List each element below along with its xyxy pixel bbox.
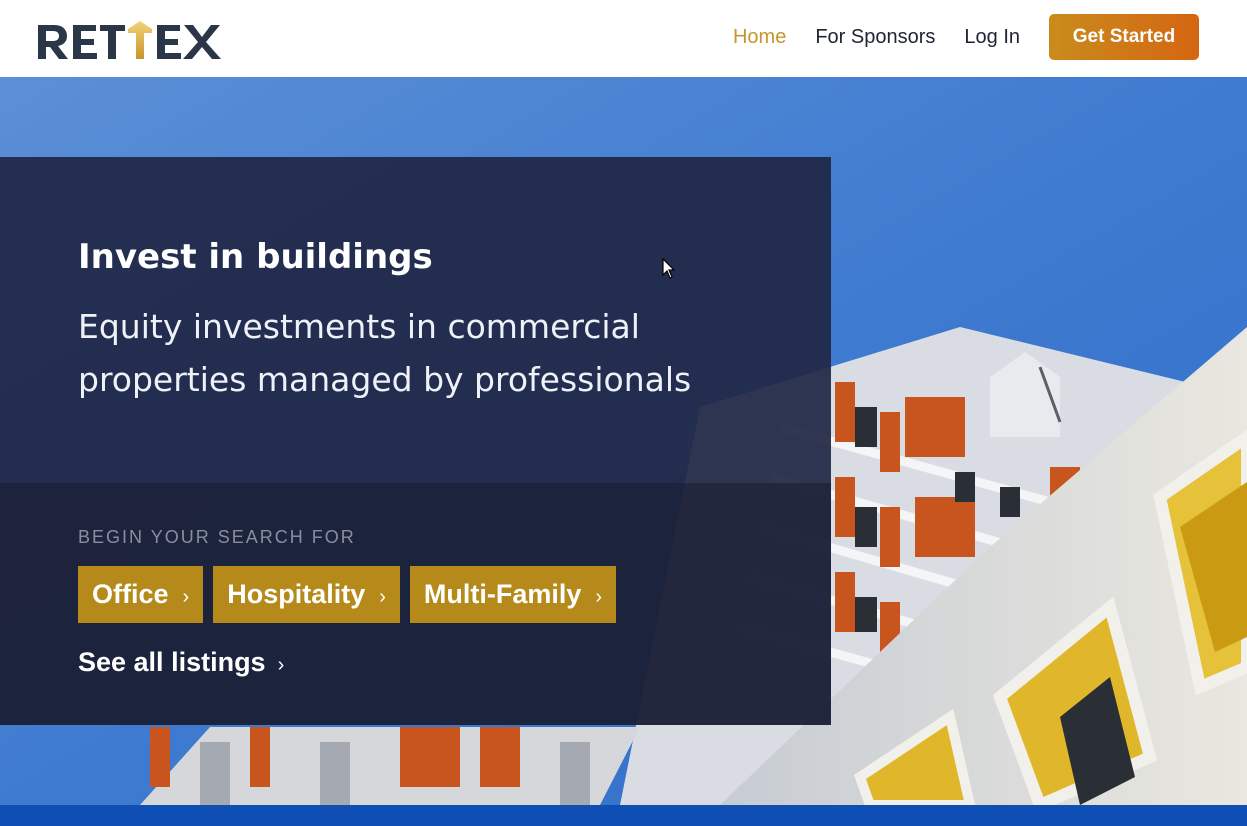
- category-hospitality-button[interactable]: Hospitality ›: [213, 566, 400, 623]
- nav-for-sponsors-link[interactable]: For Sponsors: [815, 26, 935, 49]
- category-label: Multi-Family: [423, 579, 582, 609]
- category-label: Hospitality: [227, 579, 366, 609]
- search-label: BEGIN YOUR SEARCH FOR: [78, 527, 356, 547]
- category-label: Office: [92, 579, 169, 609]
- see-all-listings-link[interactable]: See all listings ›: [78, 647, 284, 678]
- chevron-right-icon: ›: [379, 586, 386, 608]
- hero-title: Invest in buildings: [78, 237, 433, 277]
- rettex-logo: [38, 21, 221, 59]
- hero-subtitle: Equity investments in commercial propert…: [78, 307, 692, 399]
- mouse-cursor-icon: [662, 258, 676, 279]
- site-header: Home For Sponsors Log In Get Started: [0, 0, 1247, 77]
- nav-home-link[interactable]: Home: [733, 26, 786, 49]
- chevron-right-icon: ›: [595, 586, 603, 608]
- nav-log-in-link[interactable]: Log In: [964, 26, 1020, 49]
- get-started-button[interactable]: Get Started: [1049, 14, 1199, 60]
- chevron-right-icon: ›: [277, 654, 285, 676]
- category-buttons: Office › Hospitality › Multi-Family ›: [78, 566, 626, 623]
- category-office-button[interactable]: Office ›: [78, 566, 204, 623]
- bottom-strip: [0, 805, 1247, 826]
- logo[interactable]: [36, 17, 238, 61]
- main-nav: Home For Sponsors Log In Get Started: [704, 14, 1199, 60]
- chevron-right-icon: ›: [182, 586, 190, 608]
- see-all-label: See all listings: [78, 647, 266, 677]
- category-multi-family-button[interactable]: Multi-Family ›: [409, 566, 617, 623]
